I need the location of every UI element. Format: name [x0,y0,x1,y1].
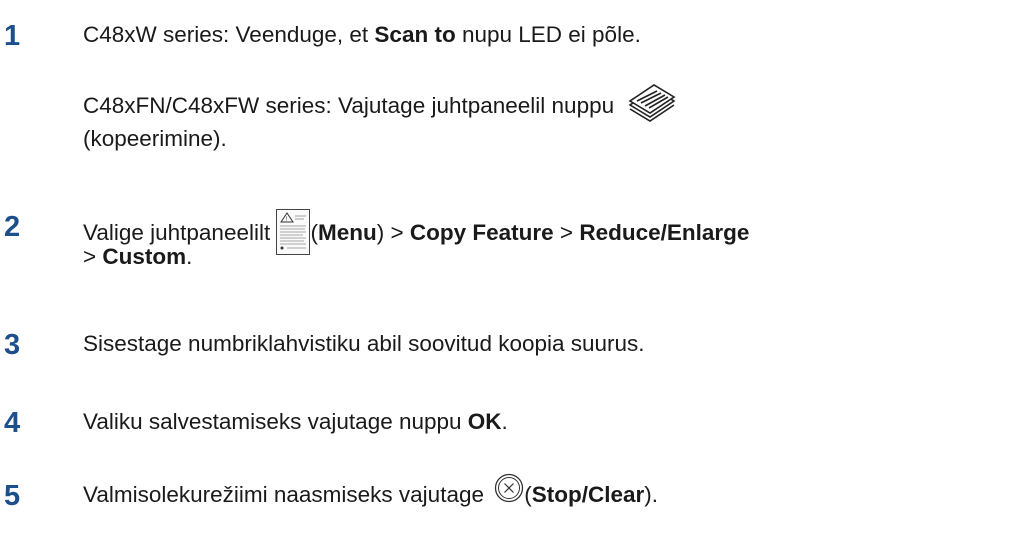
copy-feature-label: Copy Feature [409,219,554,245]
step-2-line-2: > Custom. [83,242,192,272]
step-4-text: Valiku salvestamiseks vajutage nuppu [83,409,468,434]
step-number-3: 3 [4,329,21,361]
paren-open: ( [524,482,532,507]
step-1-line-1: C48xW series: Veenduge, et Scan to nupu … [83,20,641,50]
scan-to-label: Scan to [374,22,456,47]
step-5-text: Valmisolekurežiimi naasmiseks vajutage [83,482,491,507]
ok-label: OK [467,409,502,434]
step-5-line: Valmisolekurežiimi naasmiseks vajutage (… [83,473,659,511]
reduce-enlarge-label: Reduce/Enlarge [579,219,750,245]
step-1-text-end: nupu LED ei põle. [455,22,641,47]
period: . [501,409,508,434]
step-4-line: Valiku salvestamiseks vajutage nuppu OK. [83,407,508,437]
separator: > [83,244,103,269]
stop-clear-label: Stop/Clear [531,482,645,507]
step-number-2: 2 [4,211,21,243]
step-3-text: Sisestage numbriklahvistiku abil soovitu… [83,331,645,356]
step-1-text: C48xW series: Veenduge, et [83,22,375,47]
step-1-copy-text: C48xFN/C48xFW series: Vajutage juhtpanee… [83,92,615,118]
step-1-line-3: (kopeerimine). [83,126,227,151]
paren-close: ). [644,482,659,507]
period: . [186,244,193,269]
step-number-4: 4 [4,407,21,439]
menu-label: Menu [317,219,377,245]
separator: > [384,219,410,245]
custom-label: Custom [102,244,187,269]
paren-open: ( [310,219,318,245]
separator: > [553,219,580,245]
stop-clear-icon [494,473,524,503]
step-number-1: 1 [4,20,21,52]
copy-icon [624,83,678,123]
menu-icon: ! [276,209,311,255]
step-1-line-2: C48xFN/C48xFW series: Vajutage juhtpanee… [83,84,678,127]
step-number-5: 5 [4,480,21,512]
